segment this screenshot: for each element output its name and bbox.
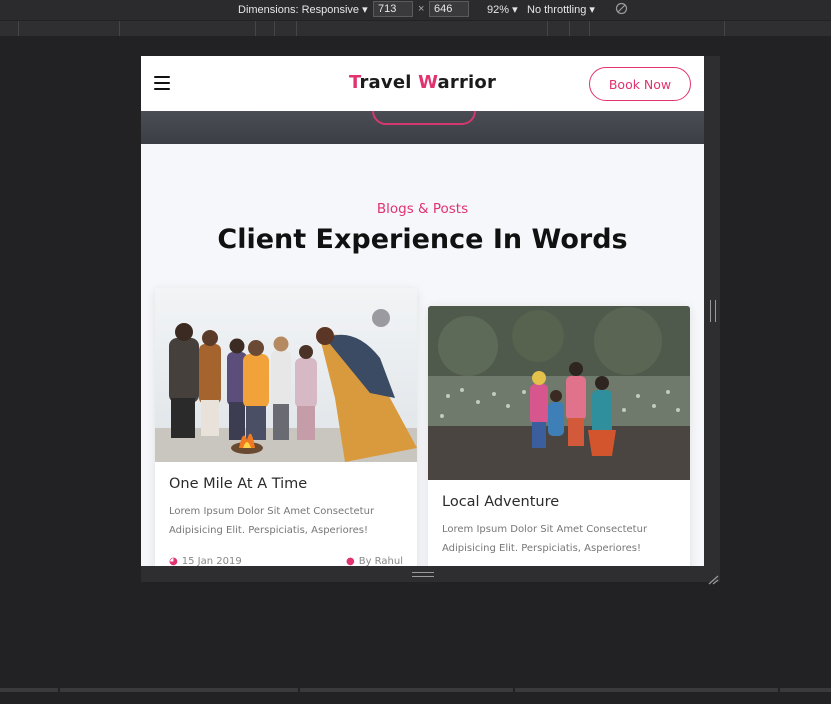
blog-card-date: 15 Jan 2019	[181, 556, 242, 566]
blog-card-title[interactable]: One Mile At A Time	[169, 476, 307, 492]
blog-card-excerpt: Lorem Ipsum Dolor Sit Amet Consectetur A…	[442, 524, 648, 554]
user-icon: ●	[345, 556, 355, 566]
devtools-toolbar: Dimensions: Responsive ▾ 713 × 646 92% ▾…	[0, 0, 831, 20]
clock-icon: ◕	[169, 556, 178, 566]
section-title: Client Experience In Words	[217, 224, 628, 255]
hero-bottom-strip	[141, 105, 704, 144]
blog-card-image	[155, 288, 417, 462]
blog-card[interactable]: One Mile At A Time Lorem Ipsum Dolor Sit…	[155, 288, 417, 566]
resize-corner-icon[interactable]	[707, 570, 719, 585]
dimension-separator: ×	[418, 3, 425, 15]
blog-card-image	[428, 306, 690, 480]
zoom-dropdown[interactable]: 92% ▾	[487, 3, 518, 16]
blog-card-excerpt: Lorem Ipsum Dolor Sit Amet Consectetur A…	[169, 506, 375, 536]
viewport-height-resizer[interactable]	[141, 566, 720, 582]
blog-card[interactable]: Local Adventure Lorem Ipsum Dolor Sit Am…	[428, 306, 690, 566]
device-viewport: Travel Warrior Book Now Blogs & Posts Cl…	[141, 56, 704, 566]
media-query-ruler	[0, 21, 831, 36]
blog-card-author[interactable]: By Rahul	[359, 556, 403, 566]
blog-card-title[interactable]: Local Adventure	[442, 494, 559, 510]
throttling-dropdown[interactable]: No throttling ▾	[527, 3, 595, 16]
book-now-button[interactable]: Book Now	[589, 67, 691, 101]
site-header: Travel Warrior Book Now	[141, 56, 704, 111]
viewport-width-resizer[interactable]	[704, 56, 720, 566]
width-input[interactable]: 713	[373, 1, 413, 17]
bottom-ruler	[0, 688, 831, 692]
rotate-icon[interactable]	[615, 2, 628, 18]
dimensions-dropdown[interactable]: Dimensions: Responsive ▾	[238, 3, 368, 16]
section-subtitle: Blogs & Posts	[376, 201, 469, 217]
height-input[interactable]: 646	[429, 1, 469, 17]
